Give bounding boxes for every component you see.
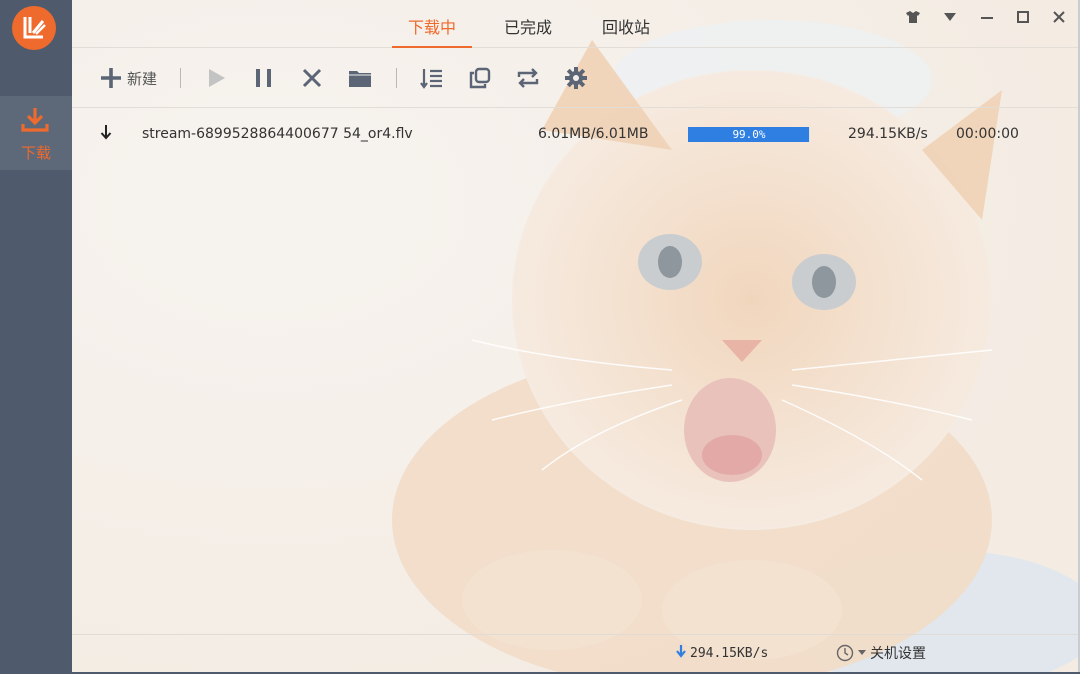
shutdown-settings-label: 关机设置 (870, 646, 926, 662)
tab-downloading[interactable]: 下载中 (392, 14, 472, 48)
skin-icon (906, 11, 920, 23)
copy-button[interactable] (466, 65, 494, 91)
progress-text: 99.0% (732, 128, 766, 141)
delete-button[interactable] (298, 65, 326, 91)
sort-button[interactable] (418, 65, 446, 91)
shutdown-settings-button[interactable]: 关机设置 (836, 643, 926, 663)
sidebar-item-download[interactable]: 下载 (0, 96, 72, 170)
play-icon (209, 69, 225, 87)
retry-button[interactable] (514, 65, 542, 91)
maximize-button[interactable] (1010, 6, 1036, 28)
new-task-label: 新建 (126, 69, 157, 88)
start-button[interactable] (202, 65, 230, 91)
menu-dropdown-icon (944, 13, 956, 21)
time-remaining: 00:00:00 (956, 126, 1019, 142)
download-icon (21, 108, 49, 132)
close-button[interactable] (1046, 6, 1072, 28)
sidebar: 下载 (0, 0, 72, 674)
file-size: 6.01MB/6.01MB (538, 126, 649, 142)
plus-icon (100, 68, 121, 88)
repeat-icon (517, 68, 539, 88)
close-icon (1053, 11, 1065, 23)
title-bar: 下载中 已完成 回收站 (72, 0, 1078, 48)
copy-icon (469, 67, 491, 89)
download-row[interactable]: stream-6899528864400677 54_or4.flv 6.01M… (72, 118, 1078, 152)
download-speed: 294.15KB/s (848, 126, 928, 142)
chevron-down-icon (858, 650, 866, 655)
folder-icon (349, 71, 371, 87)
gear-icon (565, 67, 587, 89)
total-speed: 294.15KB/s (676, 645, 768, 661)
app-window: 下载 下载中 已完成 回收站 新建 stream-689952886440067… (0, 0, 1080, 674)
minimize-icon (981, 17, 993, 19)
toolbar-divider (180, 68, 181, 88)
progress-bar: 99.0% (688, 127, 810, 142)
arrow-down-icon (676, 645, 686, 658)
main-panel: 下载中 已完成 回收站 新建 stream-6899528864400677 5… (72, 0, 1078, 674)
open-folder-button[interactable] (346, 65, 374, 91)
sort-icon (420, 69, 442, 89)
arrow-down-icon (100, 125, 112, 140)
skin-button[interactable] (900, 6, 926, 28)
clock-icon (836, 644, 854, 662)
maximize-icon (1017, 11, 1029, 23)
status-bar: 294.15KB/s 关机设置 (72, 634, 1078, 672)
tab-completed[interactable]: 已完成 (502, 14, 554, 48)
pause-button[interactable] (250, 65, 278, 91)
delete-icon (302, 68, 322, 88)
logo-icon (23, 17, 46, 39)
row-status-icon (100, 124, 112, 144)
tab-recycle-bin[interactable]: 回收站 (600, 14, 652, 48)
file-name: stream-6899528864400677 54_or4.flv (142, 126, 413, 142)
app-logo[interactable] (12, 6, 56, 50)
new-task-button[interactable]: 新建 (94, 65, 162, 91)
pause-icon (256, 69, 271, 87)
toolbar: 新建 (72, 48, 1078, 108)
minimize-button[interactable] (974, 6, 1000, 28)
settings-button[interactable] (562, 65, 590, 91)
sidebar-item-label: 下载 (20, 144, 51, 162)
total-speed-value: 294.15KB/s (690, 646, 769, 661)
menu-dropdown-button[interactable] (937, 6, 963, 28)
toolbar-divider (396, 68, 397, 88)
